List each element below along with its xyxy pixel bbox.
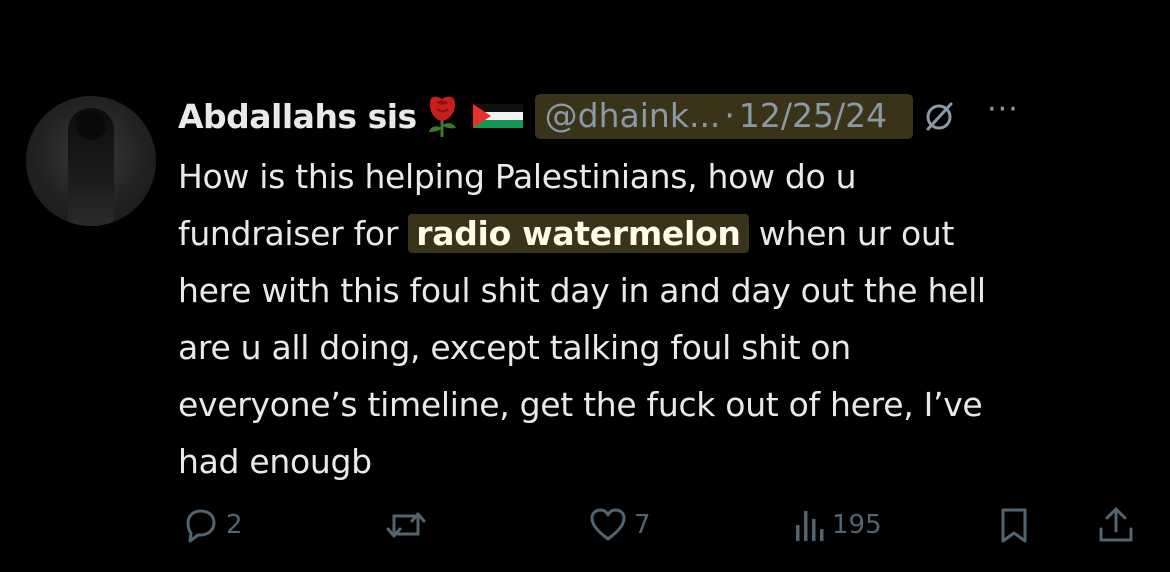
handle-date-highlight: @dhaink... · 12/25/24 (534, 93, 914, 139)
palestine-flag-icon (472, 104, 523, 128)
tweet-line: How is this helping Palestinians, how do… (178, 157, 857, 196)
more-options-icon[interactable]: ··· (987, 95, 1019, 125)
reply-icon (180, 505, 220, 545)
grok-icon[interactable] (921, 98, 957, 134)
tweet-line: are u all doing, except talking foul shi… (178, 328, 851, 367)
tweet-line: here with this foul shit day in and day … (178, 271, 986, 310)
share-button[interactable] (1096, 505, 1136, 545)
retweet-icon (384, 505, 428, 545)
display-name[interactable]: Abdallahs sis (178, 97, 417, 136)
views-count: 195 (832, 510, 882, 540)
highlighted-phrase: radio watermelon (408, 214, 749, 253)
reply-count: 2 (226, 510, 243, 540)
tweet-text: How is this helping Palestinians, how do… (178, 148, 1148, 490)
bookmark-button[interactable] (996, 505, 1032, 545)
bookmark-icon (996, 505, 1032, 545)
views-button[interactable]: 195 (792, 505, 882, 545)
retweet-button[interactable] (384, 505, 428, 545)
like-button[interactable]: 7 (588, 505, 651, 545)
tweet-line: had enougb (178, 442, 372, 481)
avatar[interactable] (26, 96, 156, 226)
views-icon (792, 505, 826, 545)
date[interactable]: 12/25/24 (739, 96, 887, 135)
avatar-head (76, 110, 106, 140)
tweet-line-segment: when ur out (758, 214, 955, 253)
reply-button[interactable]: 2 (180, 505, 243, 545)
heart-icon (588, 505, 628, 545)
tweet-line: everyone’s timeline, get the fuck out of… (178, 385, 983, 424)
separator-dot: · (724, 95, 735, 135)
handle[interactable]: @dhaink... (545, 96, 721, 135)
tweet-line: fundraiser for radio watermelon when ur … (178, 205, 1148, 262)
rose-icon (425, 94, 459, 138)
tweet-header: Abdallahs sis @dhaink... · 12/25/24 ··· (178, 88, 1019, 144)
share-icon (1096, 505, 1136, 545)
like-count: 7 (634, 510, 651, 540)
tweet-line-segment: fundraiser for (178, 214, 399, 253)
action-bar: 2 7 195 (178, 505, 1138, 555)
